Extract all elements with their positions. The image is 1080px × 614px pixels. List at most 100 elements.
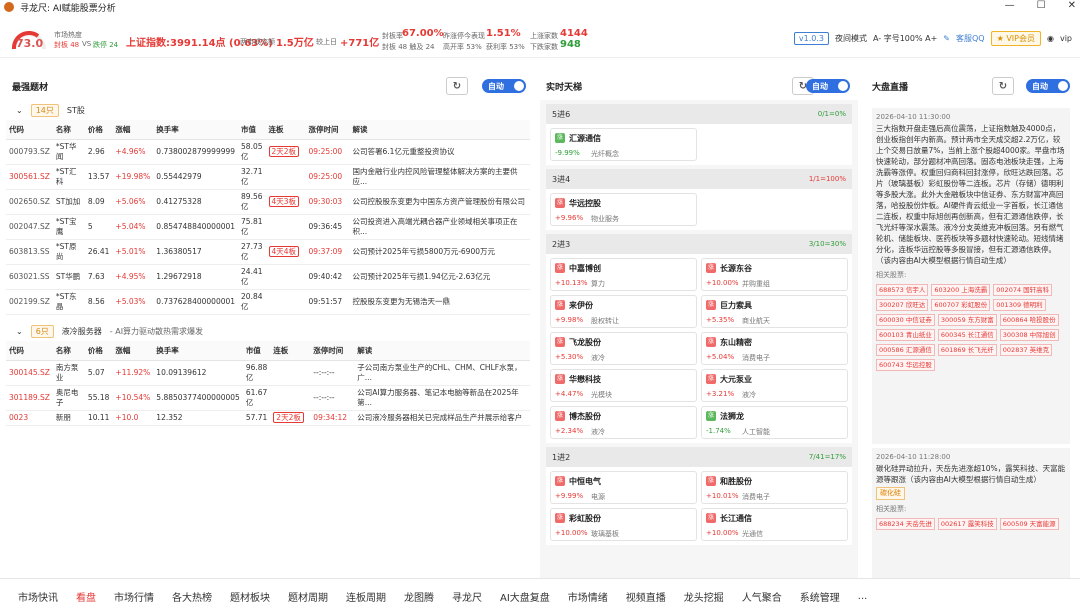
stock-card[interactable]: 涨中嘉博创 +10.13% 算力 (550, 258, 697, 291)
stock-card[interactable]: 涨华懋科技 +4.47% 光模块 (550, 369, 697, 402)
cell: 24.41亿 (238, 264, 266, 290)
ladder-header[interactable]: 3进4 1/1=100% (546, 169, 852, 189)
stock-card[interactable]: 涨来伊份 +9.98% 股权转让 (550, 295, 697, 328)
related-stock-tag[interactable]: 600345 长江通信 (937, 329, 997, 341)
nav-item[interactable]: 题材板块 (230, 589, 270, 604)
column-header: 涨停时间 (310, 341, 355, 361)
board-badge: 2天2板 (273, 412, 304, 423)
table-row[interactable]: 002650.SZ ST加加 8.09 +5.06% 0.41275328 89.56亿 4… (6, 189, 530, 215)
refresh-icon[interactable]: ↻ (992, 77, 1014, 95)
related-stock-tag[interactable]: 300207 欣旺达 (876, 299, 929, 311)
stock-card[interactable]: 涨彩虹股份 +10.00% 玻璃基板 (550, 508, 697, 541)
related-stock-tag[interactable]: 603200 上海洗霸 (931, 284, 991, 296)
related-stock-tag[interactable]: 601869 长飞光纤 (937, 344, 997, 356)
close-icon[interactable]: ✕ (1068, 0, 1076, 11)
nav-item[interactable]: 看盘 (76, 589, 96, 604)
table-row[interactable]: 002199.SZ *ST东晶 8.56 +5.03% 0.73762840000000… (6, 289, 530, 315)
related-stock-tag[interactable]: 002617 露笑科技 (937, 518, 997, 530)
auto-toggle[interactable]: 自动 (482, 79, 526, 93)
table-row[interactable]: 603021.SS ST华鹏 7.63 +4.95% 1.29672918 24.41亿 0… (6, 264, 530, 290)
nav-item[interactable]: 题材周期 (288, 589, 328, 604)
stock-pct: -1.74% (706, 427, 731, 435)
ladder-header[interactable]: 5进6 0/1=0% (546, 104, 852, 124)
table-row[interactable]: 301189.SZ 奥尼电子 55.18 +10.54% 5.8850377400000… (6, 385, 530, 411)
nav-item[interactable]: 市场行情 (114, 589, 154, 604)
stock-card[interactable]: 涨大元泵业 +3.21% 液冷 (701, 369, 848, 402)
chevron-down-icon[interactable]: ⌄ (16, 106, 23, 115)
related-stock-tag[interactable]: 002837 英维克 (999, 344, 1053, 356)
cell: 13.57 (84, 164, 113, 190)
auto-toggle[interactable]: 自动 (1026, 79, 1070, 93)
nav-item[interactable]: 龙图腾 (404, 589, 434, 604)
related-stock-tag[interactable]: 002074 国轩高科 (993, 284, 1053, 296)
related-stock-tag[interactable]: 300308 中际旭创 (999, 329, 1059, 341)
ladder-header[interactable]: 1进2 7/41=17% (546, 447, 852, 467)
related-stock-tag[interactable]: 001309 德明利 (993, 299, 1046, 311)
user-icon[interactable]: ◉ (1047, 34, 1054, 43)
nav-item[interactable]: 市场快讯 (18, 589, 58, 604)
nav-item[interactable]: ... (858, 591, 868, 602)
stock-card[interactable]: 涨法狮龙 -1.74% 人工智能 (701, 406, 848, 439)
stock-card[interactable]: 涨汇源通信 -9.99% 光纤概念 (550, 128, 697, 161)
stock-concept: 股权转让 (591, 317, 619, 325)
related-stock-tag[interactable]: 600864 哈投股份 (999, 314, 1059, 326)
stock-card[interactable]: 涨长江通信 +10.00% 光通信 (701, 508, 848, 541)
related-stock-tag[interactable]: 600030 中信证券 (876, 314, 935, 326)
support-qq-link[interactable]: 客服QQ (956, 33, 985, 44)
chevron-down-icon[interactable]: ⌄ (16, 327, 23, 336)
table-row[interactable]: 300561.SZ *ST汇科 13.57 +19.98% 0.55442979 32.7… (6, 164, 530, 190)
concept-tag[interactable]: 碳化硅 (876, 487, 905, 500)
nav-item[interactable]: AI大盘复盘 (500, 589, 550, 604)
related-stock-tag[interactable]: 300059 东方财富 (937, 314, 997, 326)
table-row[interactable]: 603813.SS *ST原尚 26.41 +5.01% 1.36380517 27.73… (6, 239, 530, 265)
vip-button[interactable]: ★ VIP会员 (990, 31, 1041, 46)
nav-item[interactable]: 人气聚合 (742, 589, 782, 604)
nav-item[interactable]: 各大热榜 (172, 589, 212, 604)
cell: +10.0 (112, 410, 154, 426)
stock-card[interactable]: 涨博杰股份 +2.34% 液冷 (550, 406, 697, 439)
panel-title: 实时天梯 (546, 82, 583, 93)
nav-item[interactable]: 寻龙尺 (452, 589, 482, 604)
nav-item[interactable]: 市场情绪 (568, 589, 608, 604)
app-logo-icon (4, 2, 14, 12)
cell: ST华鹏 (52, 264, 85, 290)
maximize-icon[interactable]: ☐ (1037, 0, 1046, 11)
stock-card[interactable]: 涨中恒电气 +9.99% 电源 (550, 471, 697, 504)
stock-card[interactable]: 涨长源东谷 +10.00% 并购重组 (701, 258, 848, 291)
stock-pct: +5.04% (706, 353, 735, 361)
refresh-icon[interactable]: ↻ (446, 77, 468, 95)
cell: 10.09139612 (153, 360, 243, 386)
related-stock-tag[interactable]: 000586 汇源通信 (876, 344, 935, 356)
stock-card[interactable]: 涨飞龙股份 +5.30% 液冷 (550, 332, 697, 365)
column-header: 涨幅 (112, 120, 154, 140)
stock-card[interactable]: 涨和胜股份 +10.01% 消费电子 (701, 471, 848, 504)
stock-card[interactable]: 涨华远控股 +9.96% 物业服务 (550, 193, 697, 226)
yest-label: 昨涨停今表现 (443, 32, 485, 40)
related-stock-tag[interactable]: 600103 青山纸业 (876, 329, 935, 341)
nav-item[interactable]: 连板周期 (346, 589, 386, 604)
table-row[interactable]: 000793.SZ *ST华闻 2.96 +4.96% 0.73800287999999… (6, 139, 530, 165)
night-mode-toggle[interactable]: 夜间模式 (835, 33, 867, 44)
minimize-icon[interactable]: — (1005, 0, 1015, 11)
user-name[interactable]: vip (1060, 34, 1072, 43)
table-row[interactable]: 300145.SZ 南方泵业 5.07 +11.92% 10.09139612 96.88… (6, 360, 530, 386)
nav-item[interactable]: 视频直播 (626, 589, 666, 604)
stock-card[interactable]: 涨东山精密 +5.04% 消费电子 (701, 332, 848, 365)
related-stock-tag[interactable]: 688573 信宇人 (876, 284, 929, 296)
ladder-header[interactable]: 2进3 3/10=30% (546, 234, 852, 254)
nav-item[interactable]: 龙头挖掘 (684, 589, 724, 604)
stock-card[interactable]: 涨巨力索具 +5.35% 商业航天 (701, 295, 848, 328)
theme-group-header[interactable]: ⌄ 14只 ST股 (6, 100, 530, 120)
auto-toggle[interactable]: 自动 (806, 79, 850, 93)
nav-item[interactable]: 系统管理 (800, 589, 840, 604)
cell: 0023 (6, 410, 53, 426)
font-size-control[interactable]: A- 字号100% A+ (873, 33, 937, 44)
related-stock-tag[interactable]: 600509 天富能源 (999, 518, 1059, 530)
theme-group-header[interactable]: ⌄ 6只 液冷服务器 - AI算力驱动散热需求爆发 (6, 321, 530, 341)
related-stock-tag[interactable]: 600743 华远控股 (876, 359, 935, 371)
cell: 27.73亿 (238, 239, 266, 265)
table-row[interactable]: 0023 新朋 10.11 +10.0 12.352 57.71 2天2板 09:34:12 公… (6, 410, 530, 426)
table-row[interactable]: 002047.SZ *ST宝鹰 5 +5.04% 0.854748840000001 75… (6, 214, 530, 240)
related-stock-tag[interactable]: 688234 天岳先进 (876, 518, 935, 530)
related-stock-tag[interactable]: 600707 彩虹股份 (931, 299, 991, 311)
